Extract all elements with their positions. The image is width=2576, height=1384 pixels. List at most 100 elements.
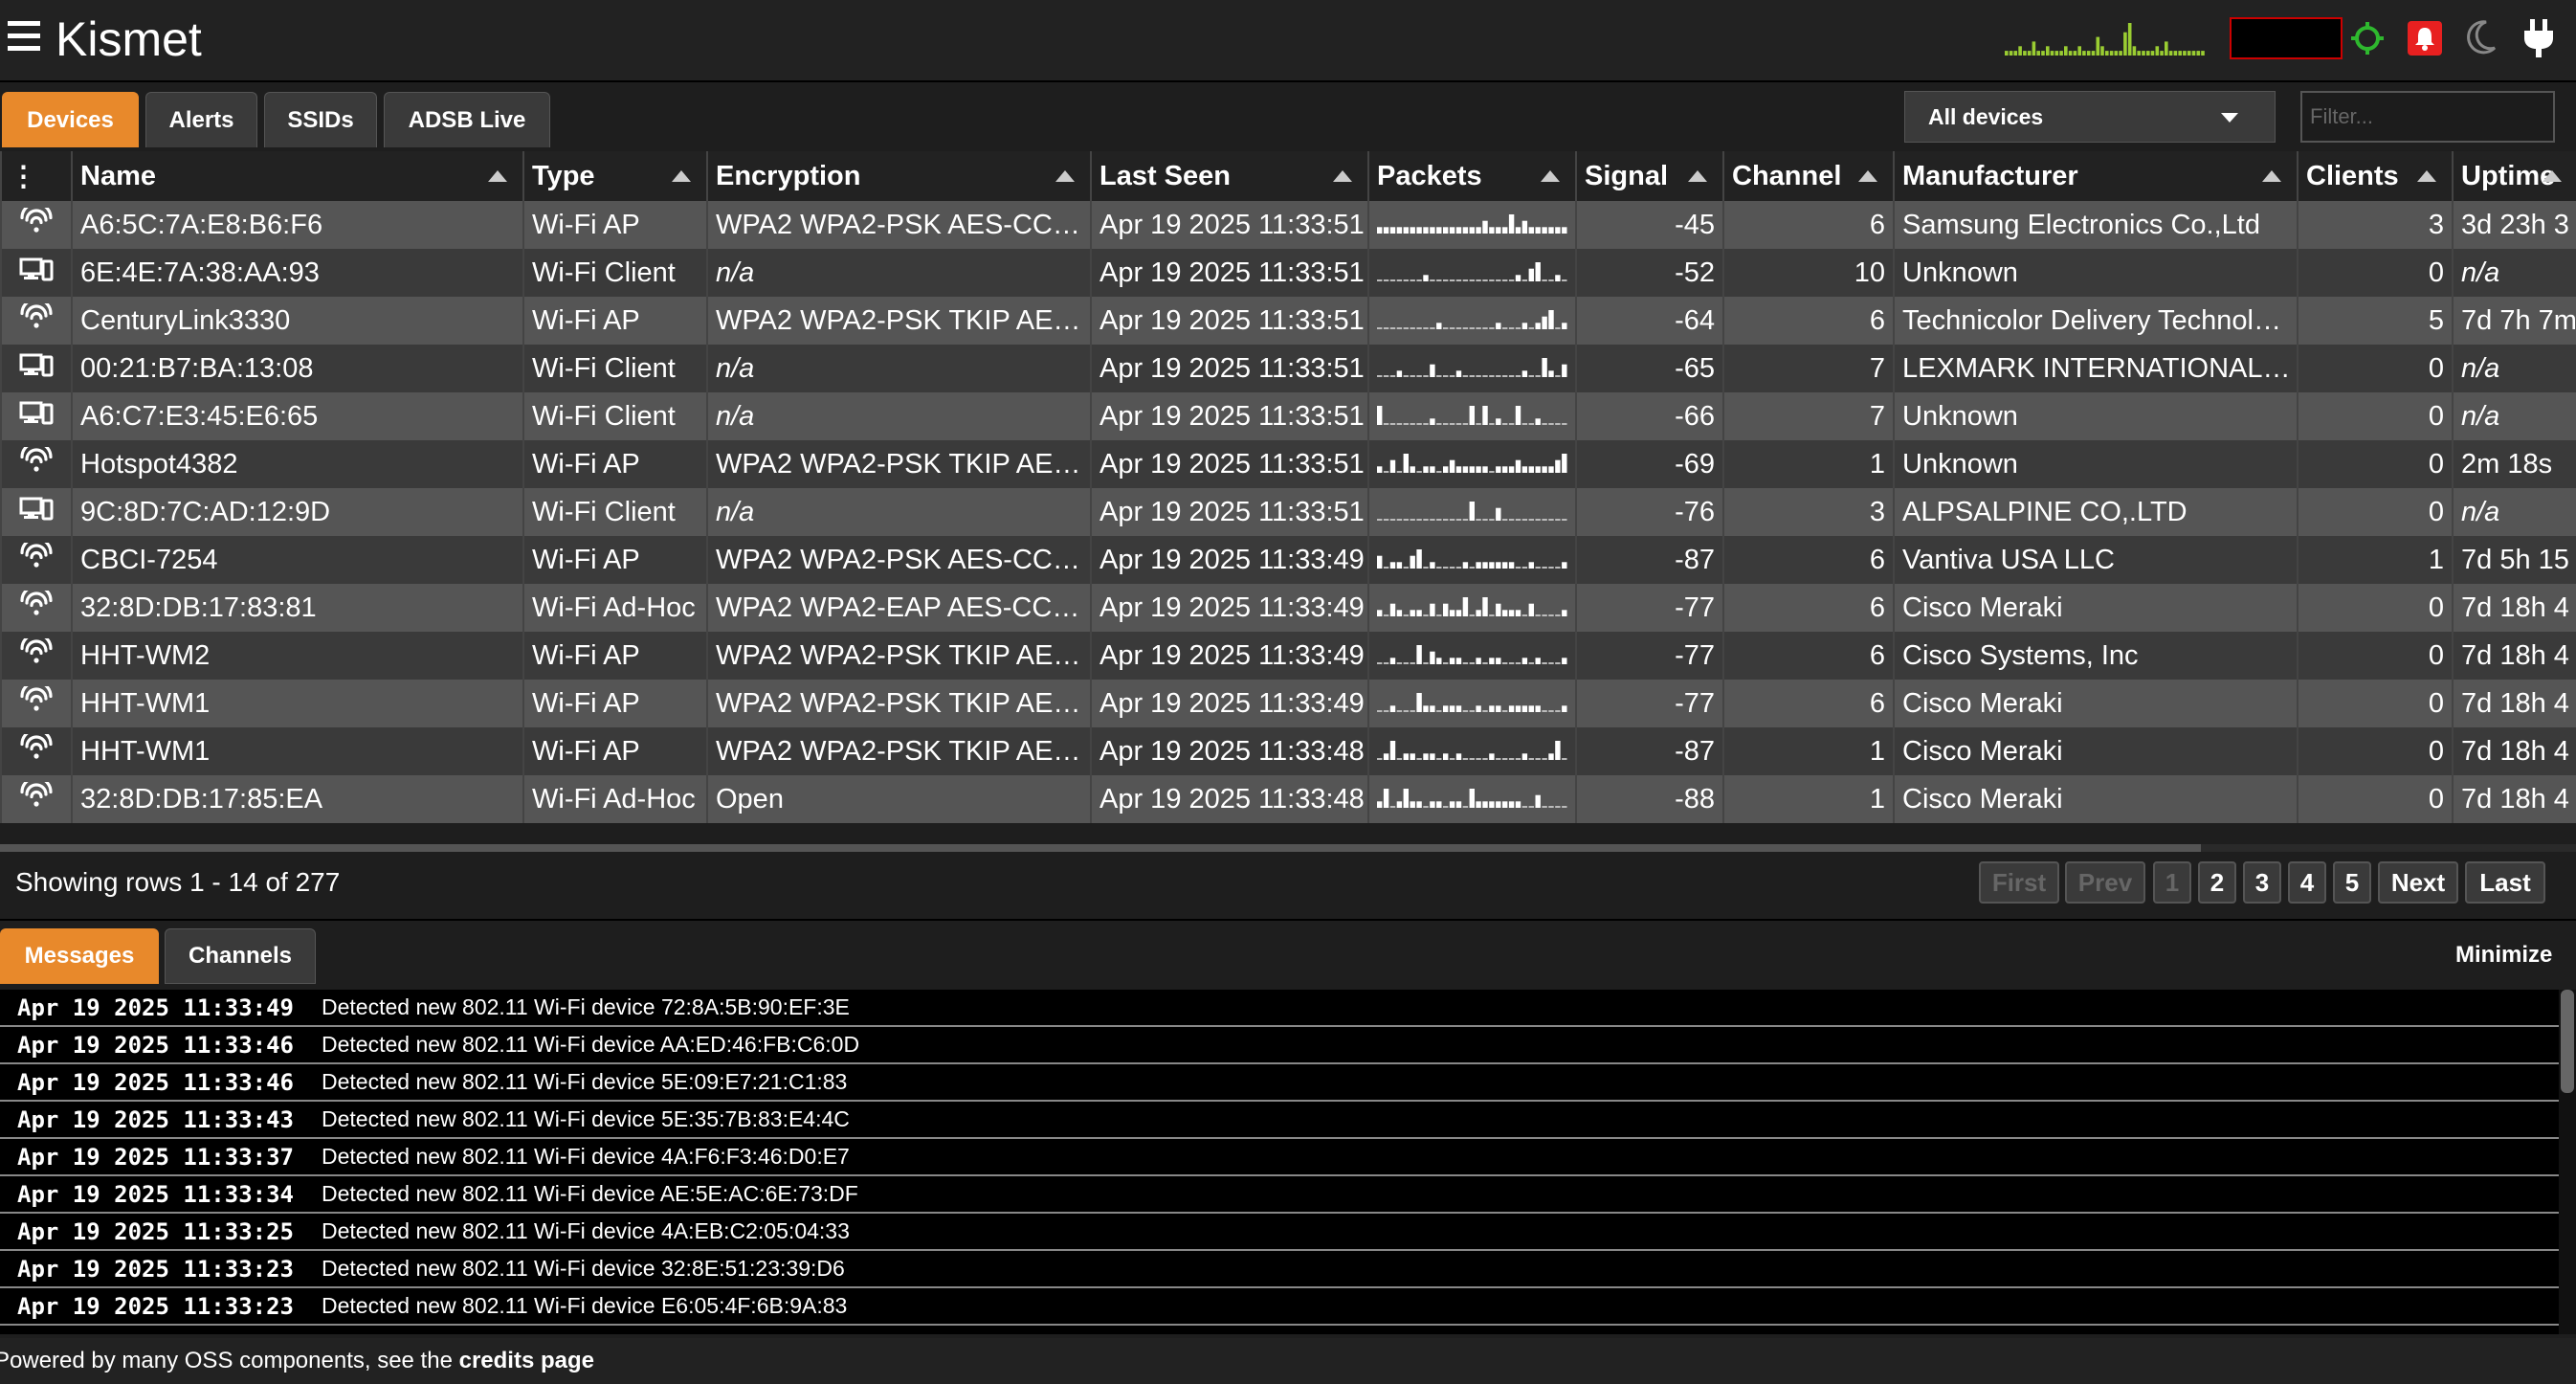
packet-bar (1469, 661, 1475, 664)
alert-bell-icon[interactable] (2408, 21, 2442, 56)
table-row[interactable]: HHT-WM2 Wi-Fi AP WPA2 WPA2-PSK TKIP AE… Apr… (0, 632, 2576, 680)
packet-bar (1515, 226, 1521, 234)
page-button-2[interactable]: 2 (2198, 861, 2236, 904)
tab-ssids[interactable]: SSIDs (264, 92, 377, 147)
sort-arrow-icon[interactable] (672, 170, 691, 182)
uptime-cell: 7d 18h 4 (2452, 727, 2576, 775)
packet-bar (1443, 326, 1449, 329)
table-scrollbar-thumb[interactable] (0, 844, 2201, 852)
column-header-manufacturer[interactable]: Manufacturer (1893, 151, 2298, 201)
tab-devices[interactable]: Devices (2, 92, 139, 147)
column-header-uptime[interactable]: Uptime (2452, 151, 2576, 201)
packet-bar (1449, 459, 1455, 473)
packet-bar (1469, 326, 1475, 329)
column-header-clients[interactable]: Clients (2297, 151, 2453, 201)
page-button-3[interactable]: 3 (2243, 861, 2281, 904)
last-seen-cell: Apr 19 2025 11:33:51 (1090, 488, 1368, 536)
packet-bar (1377, 518, 1383, 521)
table-row[interactable]: 32:8D:DB:17:83:81 Wi-Fi Ad-Hoc WPA2 WPA2-E… (0, 584, 2576, 632)
page-button-5[interactable]: 5 (2333, 861, 2371, 904)
sort-arrow-icon[interactable] (1541, 170, 1560, 182)
table-row[interactable]: CenturyLink3330 Wi-Fi AP WPA2 WPA2-PSK TKI… (0, 297, 2576, 345)
packet-bar (1528, 326, 1534, 329)
column-label: Channel (1732, 160, 1842, 191)
device-type-cell (0, 536, 72, 584)
tab-adsb-live[interactable]: ADSB Live (384, 92, 550, 147)
wifi-icon (20, 440, 53, 472)
column-header-channel[interactable]: Channel (1722, 151, 1894, 201)
panel-divider[interactable] (0, 919, 2576, 921)
table-row[interactable]: CBCI-7254 Wi-Fi AP WPA2 WPA2-PSK AES-CCMP A… (0, 536, 2576, 584)
table-row[interactable]: HHT-WM1 Wi-Fi AP WPA2 WPA2-PSK TKIP AE… Apr… (0, 680, 2576, 727)
packet-bar (1542, 422, 1547, 425)
column-header-packets[interactable]: Packets (1367, 151, 1576, 201)
sort-arrow-icon[interactable] (1333, 170, 1352, 182)
channel-cell: 1 (1722, 775, 1894, 823)
tab-alerts[interactable]: Alerts (145, 92, 257, 147)
table-row[interactable]: 9C:8D:7C:AD:12:9D Wi-Fi Client n/a Apr 19 2… (0, 488, 2576, 536)
activity-bar (2041, 51, 2045, 56)
packet-bar (1548, 369, 1554, 377)
credits-link[interactable]: credits page (459, 1348, 594, 1373)
gps-icon[interactable] (2350, 21, 2385, 56)
activity-bar (2178, 51, 2182, 56)
table-row[interactable]: HHT-WM1 Wi-Fi AP WPA2 WPA2-PSK TKIP AE… Apr… (0, 727, 2576, 775)
packet-bar (1489, 518, 1495, 521)
table-row[interactable]: A6:C7:E3:45:E6:65 Wi-Fi Client n/a Apr 19 2… (0, 392, 2576, 440)
gps-status-box[interactable] (2230, 17, 2343, 59)
device-view-select[interactable]: All devices (1904, 91, 2276, 143)
sort-arrow-icon[interactable] (2417, 170, 2436, 182)
packet-bar (1436, 800, 1442, 808)
packet-bar (1377, 374, 1383, 377)
channel-cell: 1 (1722, 440, 1894, 488)
sort-arrow-icon[interactable] (488, 170, 507, 182)
packet-bar (1455, 226, 1462, 234)
page-button-4[interactable]: 4 (2288, 861, 2326, 904)
sort-arrow-icon[interactable] (1858, 170, 1877, 182)
uptime-cell: 7d 18h 4 (2452, 680, 2576, 727)
packet-bar (1521, 518, 1528, 521)
table-header-row: ⋮ Name Type Encryption Last Seen Packets Signa… (0, 151, 2576, 201)
column-header-menu[interactable]: ⋮ (0, 151, 72, 201)
minimize-button[interactable]: Minimize (2455, 942, 2552, 969)
filter-input[interactable] (2300, 91, 2555, 143)
page-button-prev[interactable]: Prev (2065, 861, 2145, 904)
message-row: Apr 19 2025 11:33:46 Detected new 802.11 … (0, 1027, 2559, 1064)
packet-bar (1403, 226, 1409, 234)
column-header-type[interactable]: Type (522, 151, 707, 201)
sort-arrow-icon[interactable] (2543, 170, 2562, 182)
tab-channels[interactable]: Channels (165, 928, 316, 984)
packet-bar (1535, 417, 1541, 425)
tab-messages[interactable]: Messages (0, 928, 159, 984)
packet-bar (1515, 800, 1521, 808)
page-button-last[interactable]: Last (2465, 861, 2545, 904)
sort-arrow-icon[interactable] (1688, 170, 1707, 182)
moon-icon[interactable] (2465, 19, 2498, 56)
packet-bar (1389, 226, 1396, 234)
table-row[interactable]: Hotspot4382 Wi-Fi AP WPA2 WPA2-PSK TKIP AE… (0, 440, 2576, 488)
packet-bar (1403, 614, 1409, 616)
manufacturer-cell: Cisco Systems, Inc (1893, 632, 2298, 680)
power-plug-icon[interactable] (2522, 17, 2555, 59)
column-header-signal[interactable]: Signal (1575, 151, 1723, 201)
page-button-1[interactable]: 1 (2153, 861, 2191, 904)
packet-bar (1528, 268, 1534, 281)
page-button-next[interactable]: Next (2378, 861, 2458, 904)
table-row[interactable]: 6E:4E:7A:38:AA:93 Wi-Fi Client n/a Apr 19 2… (0, 249, 2576, 297)
hamburger-menu-icon[interactable] (8, 21, 40, 54)
message-time: Apr 19 2025 11:33:46 (17, 1068, 294, 1096)
table-row[interactable]: A6:5C:7A:E8:B6:F6 Wi-Fi AP WPA2 WPA2-PSK A… (0, 201, 2576, 249)
column-header-encryption[interactable]: Encryption (706, 151, 1091, 201)
packet-bar (1430, 465, 1435, 473)
table-row[interactable]: 00:21:B7:BA:13:08 Wi-Fi Client n/a Apr 19 2… (0, 345, 2576, 392)
activity-bar (2059, 51, 2063, 56)
table-row[interactable]: 32:8D:DB:17:85:EA Wi-Fi Ad-Hoc Open Apr 19 … (0, 775, 2576, 823)
packet-bar (1542, 226, 1547, 234)
packet-bar (1528, 465, 1534, 473)
sort-arrow-icon[interactable] (2262, 170, 2281, 182)
messages-scrollbar-thumb[interactable] (2561, 990, 2574, 1093)
column-header-name[interactable]: Name (71, 151, 523, 201)
sort-arrow-icon[interactable] (1055, 170, 1075, 182)
column-header-last_seen[interactable]: Last Seen (1090, 151, 1368, 201)
page-button-first[interactable]: First (1979, 861, 2059, 904)
